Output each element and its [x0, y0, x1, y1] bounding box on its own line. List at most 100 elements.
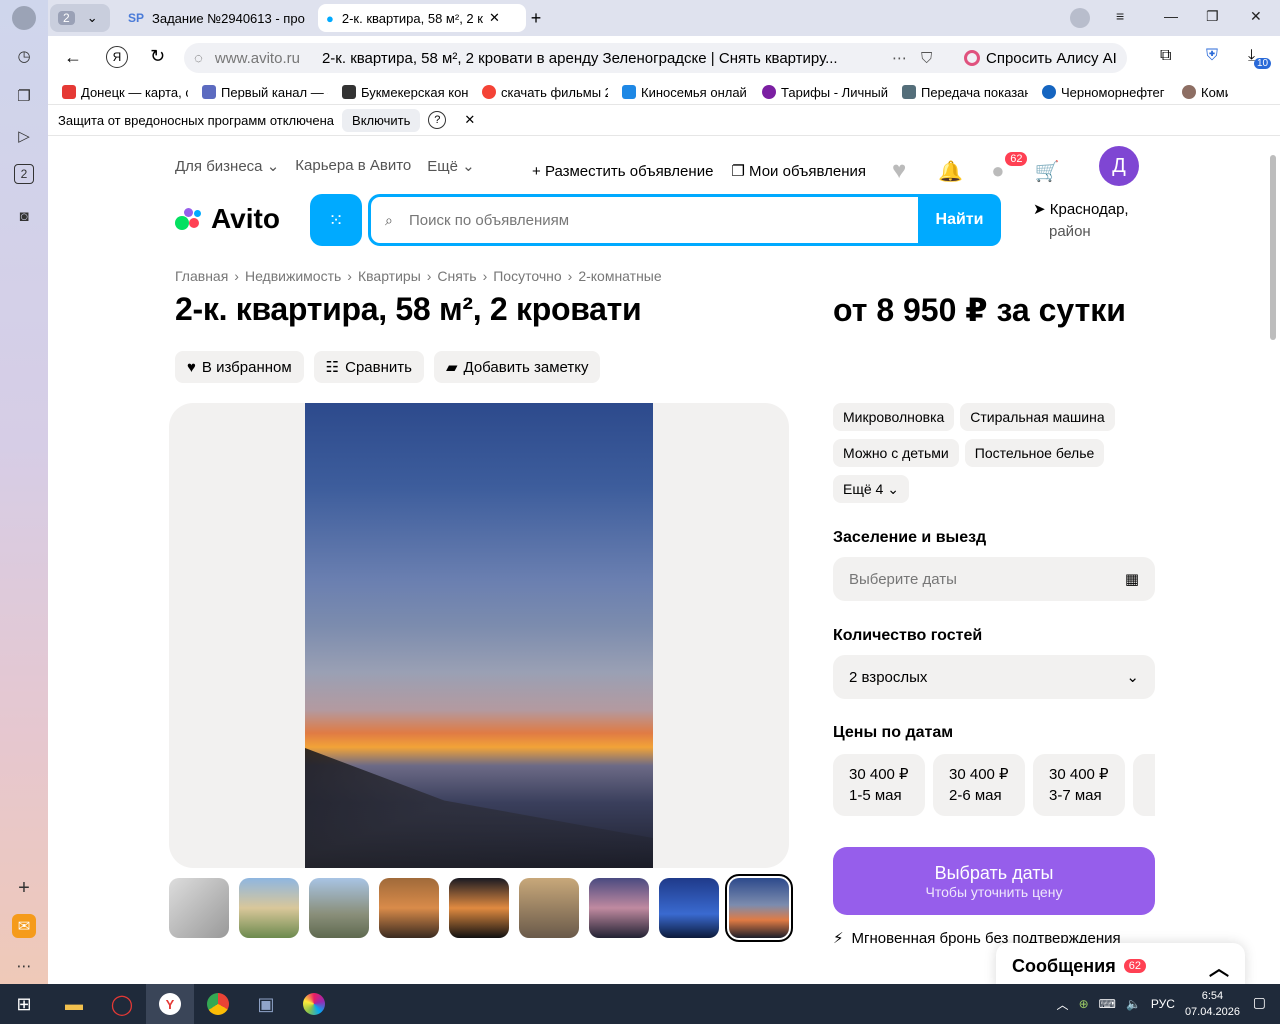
- select-dates-button[interactable]: Выбрать даты Чтобы уточнить цену: [833, 847, 1155, 915]
- date-price-card[interactable]: 30 400 ₽ 3-7 мая: [1033, 754, 1125, 816]
- language-indicator[interactable]: РУС: [1151, 997, 1175, 1011]
- photo-gallery[interactable]: [169, 403, 789, 868]
- screenshot-icon[interactable]: ◙: [12, 204, 36, 228]
- windows-start-icon[interactable]: ⊞: [0, 984, 48, 1024]
- history-icon[interactable]: ◷: [12, 44, 36, 68]
- favorites-heart-icon[interactable]: ♥: [892, 157, 906, 185]
- bookmark-item[interactable]: Тарифы - Личный: [748, 85, 888, 100]
- nav-more[interactable]: Ещё ⌄: [427, 157, 474, 175]
- site-info-icon[interactable]: ◌: [194, 50, 203, 67]
- tab-avito[interactable]: ● 2-к. квартира, 58 м², 2 к ✕: [318, 4, 526, 32]
- thumbnail-selected[interactable]: [725, 874, 793, 942]
- favorite-button[interactable]: ♥ В избранном: [175, 351, 304, 383]
- breadcrumb-item[interactable]: Снять: [437, 268, 476, 284]
- messages-panel[interactable]: Сообщения 62 ︿: [996, 943, 1245, 984]
- breadcrumb-item[interactable]: Главная: [175, 268, 228, 284]
- messages-icon[interactable]: ● 62: [991, 152, 1028, 184]
- colorful-app-icon[interactable]: [290, 984, 338, 1024]
- bookmark-item[interactable]: Букмекерская кон: [328, 85, 468, 100]
- tray-app-icon[interactable]: ⊕: [1079, 997, 1089, 1011]
- reader-icon[interactable]: ⧉: [1160, 47, 1171, 65]
- profile-avatar[interactable]: [12, 6, 36, 30]
- close-icon[interactable]: ✕: [464, 112, 475, 128]
- account-icon[interactable]: [1070, 8, 1090, 28]
- amenities-more-button[interactable]: Ещё 4 ⌄: [833, 475, 909, 503]
- help-icon[interactable]: ?: [428, 111, 447, 129]
- tray-expand-icon[interactable]: ︿: [1057, 996, 1069, 1013]
- user-avatar[interactable]: Д: [1099, 146, 1139, 186]
- bookmark-item[interactable]: Передача показан: [888, 85, 1028, 100]
- notifications-icon[interactable]: ▢: [1253, 994, 1266, 1011]
- menu-icon[interactable]: ≡: [1116, 8, 1124, 24]
- app-icon[interactable]: ▣: [242, 984, 290, 1024]
- tab-task[interactable]: SP Задание №2940613 - про: [120, 4, 308, 32]
- chrome-icon[interactable]: [194, 984, 242, 1024]
- clock[interactable]: 6:54 07.04.2026: [1185, 988, 1240, 1020]
- nav-career[interactable]: Карьера в Авито: [295, 157, 411, 175]
- network-icon[interactable]: ⌨: [1099, 997, 1116, 1011]
- new-tab-icon[interactable]: +: [522, 4, 550, 32]
- alice-button[interactable]: Спросить Алису AI: [954, 43, 1127, 73]
- bookmark-item[interactable]: Коми: [1168, 85, 1228, 100]
- add-panel-icon[interactable]: +: [12, 876, 36, 900]
- minimize-icon[interactable]: —: [1164, 8, 1178, 24]
- thumbnail[interactable]: [379, 878, 439, 938]
- thumbnail[interactable]: [449, 878, 509, 938]
- bookmark-item[interactable]: Черноморнефтег: [1028, 85, 1168, 100]
- scrollbar-thumb[interactable]: [1270, 155, 1276, 340]
- more-icon[interactable]: ⋯: [12, 954, 36, 978]
- bookmark-item[interactable]: Первый канал — с: [188, 85, 328, 100]
- breadcrumb-item[interactable]: Посуточно: [493, 268, 561, 284]
- breadcrumb-item[interactable]: Квартиры: [358, 268, 421, 284]
- opera-icon[interactable]: ◯: [98, 984, 146, 1024]
- add-note-button[interactable]: ▰ Добавить заметку: [433, 351, 601, 383]
- nav-business[interactable]: Для бизнеса ⌄: [175, 157, 279, 175]
- thumbnail[interactable]: [659, 878, 719, 938]
- bookmark-item[interactable]: Киносемья онлай: [608, 85, 748, 100]
- mail-icon[interactable]: ✉: [12, 914, 36, 938]
- location-selector[interactable]: ➤ Краснодар, район: [1033, 199, 1129, 243]
- video-icon[interactable]: ▷: [12, 124, 36, 148]
- search-input[interactable]: ⌕ Поиск по объявлениям: [371, 197, 918, 243]
- breadcrumb-item[interactable]: 2-комнатные: [578, 268, 661, 284]
- my-ads-link[interactable]: ❐ Мои объявления: [731, 162, 866, 180]
- compare-button[interactable]: ☷ Сравнить: [313, 351, 424, 383]
- back-icon[interactable]: ←: [64, 47, 82, 68]
- bookmark-item[interactable]: скачать фильмы 2: [468, 85, 608, 100]
- main-photo[interactable]: [305, 403, 653, 868]
- thumbnail[interactable]: [519, 878, 579, 938]
- enable-protection-button[interactable]: Включить: [342, 108, 421, 132]
- close-tab-icon[interactable]: ✕: [489, 10, 500, 26]
- post-ad-link[interactable]: + Разместить объявление: [532, 163, 713, 180]
- url-bar[interactable]: ◌ www.avito.ru 2-к. квартира, 58 м², 2 к…: [184, 43, 994, 73]
- close-window-icon[interactable]: ✕: [1250, 8, 1262, 25]
- thumbnail[interactable]: [589, 878, 649, 938]
- collections-icon[interactable]: ❐: [12, 84, 36, 108]
- volume-icon[interactable]: 🔈: [1126, 997, 1141, 1011]
- search-button[interactable]: Найти: [918, 194, 1001, 246]
- notifications-bell-icon[interactable]: 🔔: [938, 159, 963, 184]
- thumbnail[interactable]: [169, 878, 229, 938]
- file-explorer-icon[interactable]: ▬: [50, 984, 98, 1024]
- thumbnail[interactable]: [239, 878, 299, 938]
- yandex-browser-icon[interactable]: Y: [146, 984, 194, 1024]
- protect-icon[interactable]: ⛨: [1206, 47, 1218, 65]
- thumbnail[interactable]: [309, 878, 369, 938]
- more-dots-icon[interactable]: ⋯: [892, 49, 907, 67]
- tab-group-toggle[interactable]: 2 ⌄: [50, 4, 110, 32]
- chevron-up-icon[interactable]: ︿: [1209, 952, 1229, 981]
- bookmark-icon[interactable]: ⛉: [921, 50, 932, 67]
- categories-button[interactable]: ⁙: [310, 194, 362, 246]
- date-price-card[interactable]: 30 400 ₽ 1-5 мая: [833, 754, 925, 816]
- reload-icon[interactable]: ↻: [150, 46, 165, 67]
- breadcrumb-item[interactable]: Недвижимость: [245, 268, 341, 284]
- yandex-icon[interactable]: Я: [106, 46, 128, 68]
- restore-icon[interactable]: ❐: [1206, 8, 1219, 25]
- bookmark-item[interactable]: Донецк — карта, с: [48, 85, 188, 100]
- date-price-card-partial[interactable]: [1133, 754, 1155, 816]
- dates-picker[interactable]: Выберите даты ▦: [833, 557, 1155, 601]
- page-scrollbar[interactable]: [1266, 137, 1280, 984]
- date-price-card[interactable]: 30 400 ₽ 2-6 мая: [933, 754, 1025, 816]
- tab-group-icon[interactable]: 2: [14, 164, 34, 184]
- avito-logo[interactable]: Avito: [175, 203, 280, 235]
